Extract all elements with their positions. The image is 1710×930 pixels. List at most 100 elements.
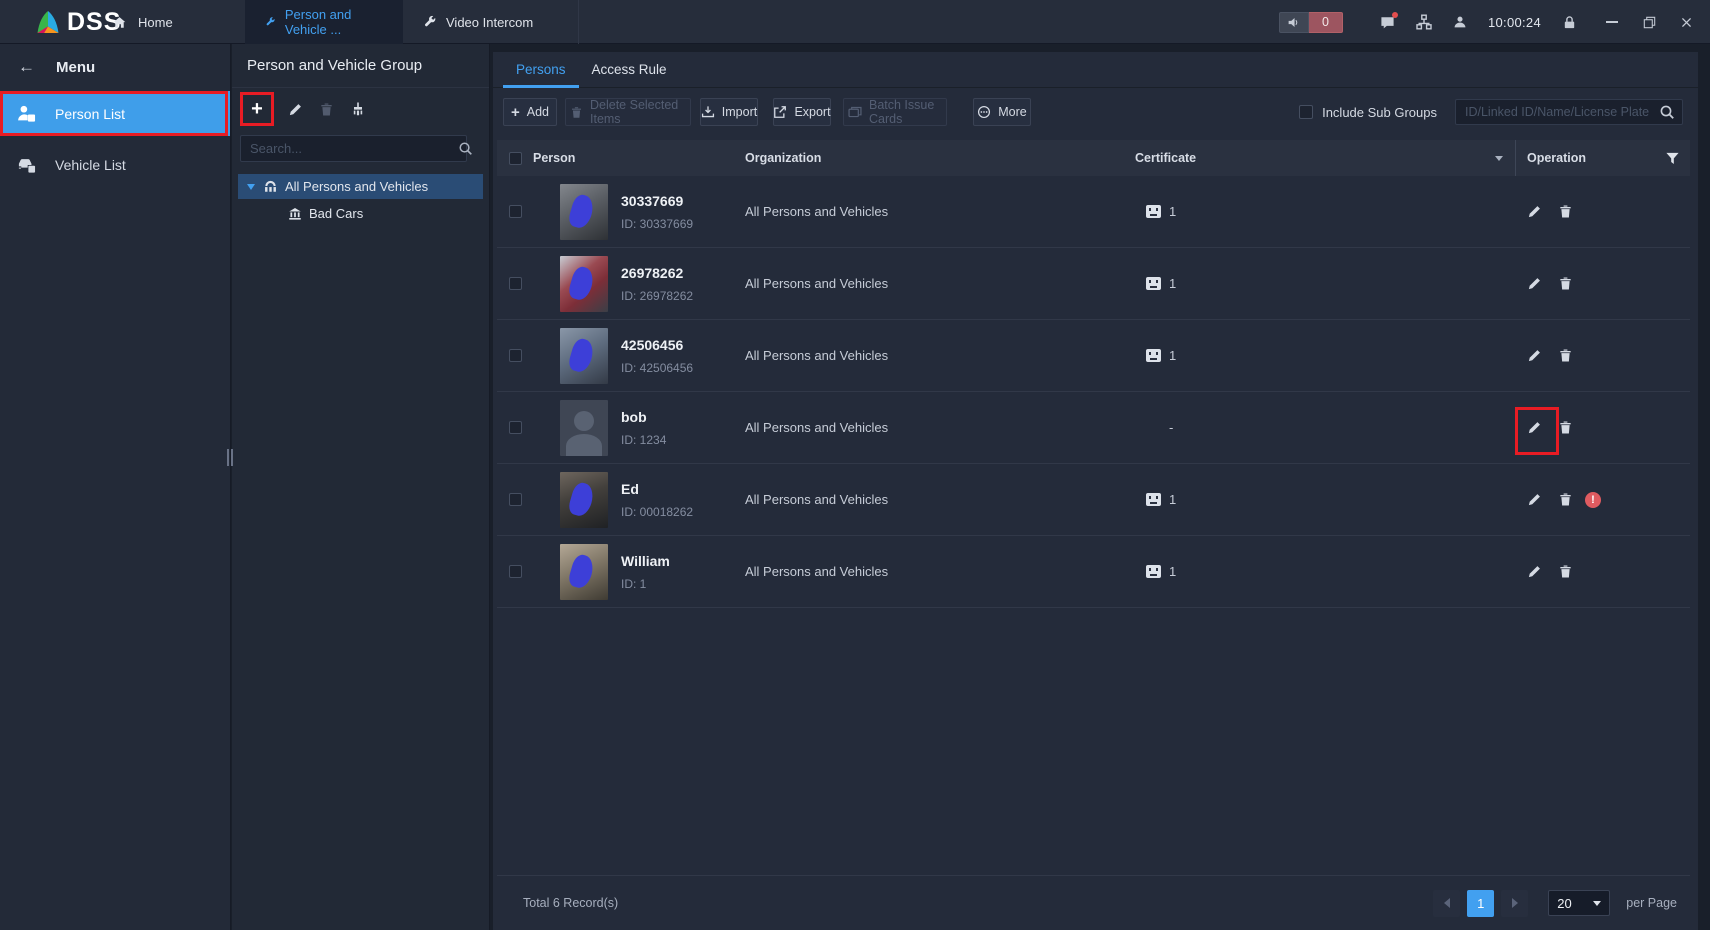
edit-icon[interactable] xyxy=(1526,276,1542,292)
trash-icon xyxy=(570,106,583,119)
person-search-input[interactable] xyxy=(1455,99,1683,125)
search-icon xyxy=(458,141,473,156)
tab-person-and-vehicle[interactable]: Person and Vehicle ... xyxy=(245,0,403,44)
restore-icon xyxy=(1643,16,1656,29)
search-icon[interactable] xyxy=(1659,104,1675,120)
avatar xyxy=(560,328,608,384)
clock: 10:00:24 xyxy=(1488,15,1541,30)
person-name: Ed xyxy=(621,481,693,497)
tab-label: Access Rule xyxy=(592,62,667,77)
sidebar-item-person-list[interactable]: Person List xyxy=(0,91,230,136)
include-sub-groups-checkbox[interactable] xyxy=(1299,105,1313,119)
user-icon[interactable] xyxy=(1453,15,1467,29)
warning-icon[interactable]: ! xyxy=(1585,492,1601,508)
sidebar-item-label: Vehicle List xyxy=(55,157,126,173)
edit-icon[interactable] xyxy=(1526,204,1542,220)
message-alert-dot xyxy=(1392,12,1398,18)
certificate-card-icon xyxy=(1146,493,1161,506)
message-icon[interactable] xyxy=(1380,15,1395,30)
next-page-button[interactable] xyxy=(1501,890,1528,917)
row-checkbox[interactable] xyxy=(509,493,522,506)
export-icon xyxy=(773,105,787,119)
edit-icon[interactable] xyxy=(1526,420,1542,436)
delete-icon[interactable] xyxy=(1557,348,1573,364)
import-button[interactable]: Import xyxy=(700,98,758,126)
tab-home[interactable]: Home xyxy=(112,0,173,44)
delete-icon[interactable] xyxy=(1557,420,1573,436)
chevron-down-icon[interactable] xyxy=(1495,156,1503,161)
person-organization: All Persons and Vehicles xyxy=(745,420,1135,435)
tree-node-all-persons[interactable]: All Persons and Vehicles xyxy=(238,174,483,199)
select-all-checkbox[interactable] xyxy=(509,152,522,165)
delete-selected-button[interactable]: Delete Selected Items xyxy=(565,98,691,126)
chevron-left-icon xyxy=(1444,898,1450,908)
row-checkbox[interactable] xyxy=(509,277,522,290)
minimize-icon xyxy=(1606,21,1618,23)
filter-icon[interactable] xyxy=(1665,151,1680,166)
certificate-card-icon xyxy=(1146,277,1161,290)
tree-node-label: Bad Cars xyxy=(309,206,363,221)
delete-icon[interactable] xyxy=(1557,204,1573,220)
chevron-right-icon xyxy=(1512,898,1518,908)
tab-label: Video Intercom xyxy=(446,15,533,30)
certificate-count: 1 xyxy=(1169,204,1176,219)
chevron-down-icon xyxy=(1593,901,1601,906)
edit-icon[interactable] xyxy=(1526,492,1542,508)
restore-button[interactable] xyxy=(1641,14,1657,30)
edit-icon[interactable] xyxy=(1526,348,1542,364)
delete-icon[interactable] xyxy=(1557,492,1573,508)
lock-icon[interactable] xyxy=(1562,15,1577,30)
tab-access-rule[interactable]: Access Rule xyxy=(579,52,680,87)
avatar xyxy=(560,400,608,456)
speaker-icon xyxy=(1279,12,1309,33)
tab-video-intercom[interactable]: Video Intercom xyxy=(403,0,579,44)
person-organization: All Persons and Vehicles xyxy=(745,492,1135,507)
panel-collapse-handle[interactable] xyxy=(227,449,235,466)
more-icon xyxy=(977,105,991,119)
row-checkbox[interactable] xyxy=(509,205,522,218)
alarm-sound-widget[interactable]: 0 xyxy=(1279,12,1343,33)
tab-persons[interactable]: Persons xyxy=(503,52,579,87)
row-checkbox[interactable] xyxy=(509,421,522,434)
prev-page-button[interactable] xyxy=(1433,890,1460,917)
person-organization: All Persons and Vehicles xyxy=(745,276,1135,291)
import-domain-button[interactable] xyxy=(350,101,366,117)
tree-expand-caret[interactable] xyxy=(247,184,255,190)
sidebar-item-vehicle-list[interactable]: Vehicle List xyxy=(0,142,230,187)
add-person-button[interactable]: + Add xyxy=(503,98,557,126)
tab-home-label: Home xyxy=(138,15,173,30)
back-arrow-icon[interactable]: ← xyxy=(18,57,35,77)
group-panel-title: Person and Vehicle Group xyxy=(247,57,422,74)
page-size-value: 20 xyxy=(1557,896,1571,911)
group-search xyxy=(240,135,481,162)
row-checkbox[interactable] xyxy=(509,349,522,362)
close-button[interactable] xyxy=(1678,14,1694,30)
edit-group-button[interactable] xyxy=(288,102,303,117)
wrench-icon xyxy=(265,15,276,29)
minimize-button[interactable] xyxy=(1604,14,1620,30)
sitemap-icon[interactable] xyxy=(1416,14,1432,30)
group-search-input[interactable] xyxy=(240,135,467,162)
trash-icon xyxy=(319,102,334,117)
batch-issue-cards-button[interactable]: Batch Issue Cards xyxy=(843,98,947,126)
pagination: 1 20 per Page xyxy=(1433,890,1685,917)
page-size-select[interactable]: 20 xyxy=(1548,890,1610,916)
include-sub-groups-label: Include Sub Groups xyxy=(1322,105,1437,120)
export-button[interactable]: Export xyxy=(773,98,831,126)
certificate-count: 1 xyxy=(1169,348,1176,363)
current-page-button[interactable]: 1 xyxy=(1467,890,1494,917)
tree-node-bad-cars[interactable]: Bad Cars xyxy=(238,201,483,226)
row-checkbox[interactable] xyxy=(509,565,522,578)
delete-icon[interactable] xyxy=(1557,564,1573,580)
add-group-button[interactable]: + xyxy=(251,99,263,119)
person-id: ID: 26978262 xyxy=(621,289,693,303)
delete-group-button[interactable] xyxy=(319,102,334,117)
delete-icon[interactable] xyxy=(1557,276,1573,292)
person-organization: All Persons and Vehicles xyxy=(745,204,1135,219)
add-label: Add xyxy=(527,105,549,119)
delete-label: Delete Selected Items xyxy=(590,98,686,126)
table-row: 26978262ID: 26978262 All Persons and Veh… xyxy=(497,248,1690,320)
plus-icon: + xyxy=(511,104,520,121)
more-button[interactable]: More xyxy=(973,98,1031,126)
edit-icon[interactable] xyxy=(1526,564,1542,580)
